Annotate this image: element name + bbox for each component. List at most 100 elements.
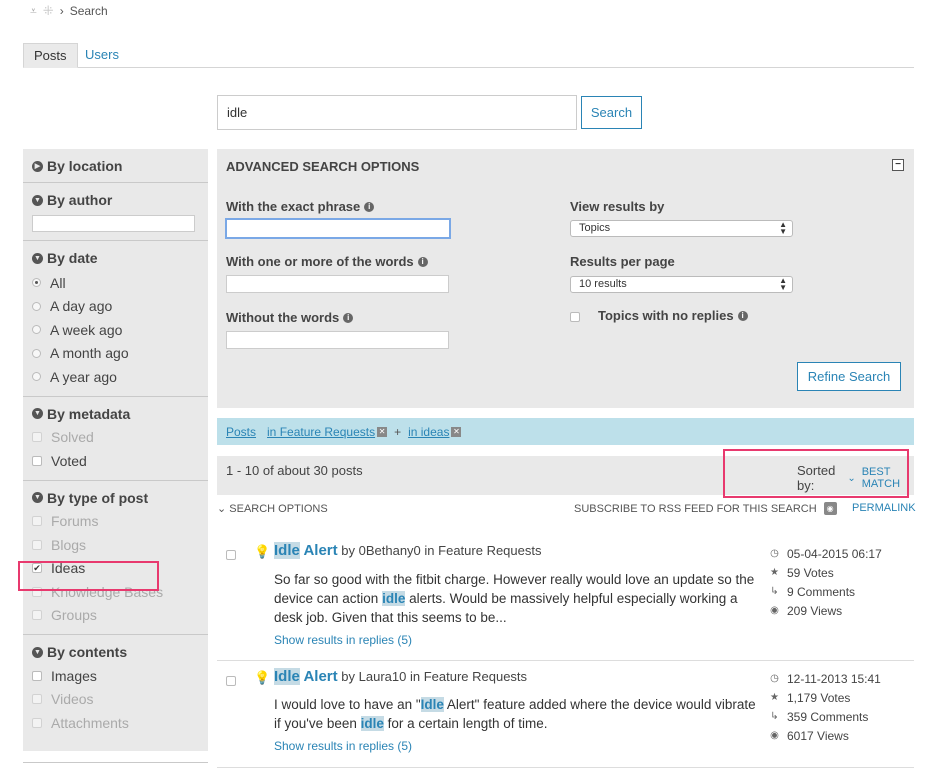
tab-posts[interactable]: Posts bbox=[23, 43, 78, 68]
exact-phrase-label: With the exact phrase i bbox=[226, 199, 375, 214]
metadata-option-voted[interactable]: Voted bbox=[32, 449, 198, 473]
search-button[interactable]: Search bbox=[581, 96, 642, 129]
info-icon[interactable]: i bbox=[417, 256, 428, 267]
chevron-down-icon: ⌄ bbox=[217, 503, 227, 515]
checkbox-disabled bbox=[32, 717, 42, 728]
filter-contents: ▼ By contents Images Videos Attachments bbox=[23, 635, 208, 742]
search-input[interactable] bbox=[217, 95, 577, 130]
breadcrumb: ⩡ ⁜ › Search bbox=[30, 3, 108, 19]
sidebar-bottom-divider bbox=[23, 762, 208, 763]
contents-option-images[interactable]: Images bbox=[32, 664, 198, 688]
date-option-month[interactable]: A month ago bbox=[32, 342, 198, 366]
result-board[interactable]: in Feature Requests bbox=[424, 543, 541, 558]
clock-icon: ◷ bbox=[770, 548, 779, 559]
filter-plus: + bbox=[394, 424, 402, 439]
filter-metadata: ▼ By metadata Solved Voted bbox=[23, 397, 208, 481]
clock-icon: ◷ bbox=[770, 673, 779, 684]
type-option-blogs: Blogs bbox=[32, 533, 198, 557]
show-replies-link[interactable]: Show results in replies (5) bbox=[274, 739, 412, 753]
radio-checked[interactable] bbox=[32, 278, 41, 288]
filter-author-title[interactable]: ▼ By author bbox=[32, 191, 198, 209]
per-page-label: Results per page bbox=[570, 254, 675, 269]
contents-option-attachments: Attachments bbox=[32, 711, 198, 735]
lightbulb-icon: 💡 bbox=[254, 670, 271, 685]
result-title-link[interactable]: Idle Alert bbox=[274, 542, 338, 559]
per-page-select[interactable]: 10 results ▲ ▼ bbox=[570, 276, 793, 293]
date-option-day[interactable]: A day ago bbox=[32, 295, 198, 319]
filter-type-title[interactable]: ▼ By type of post bbox=[32, 489, 198, 507]
remove-filter-icon[interactable]: ✕ bbox=[451, 426, 462, 437]
filter-contents-title[interactable]: ▼ By contents bbox=[32, 643, 198, 661]
view-by-label: View results by bbox=[570, 199, 665, 214]
info-icon[interactable]: i bbox=[737, 310, 748, 321]
chevron-down-icon: ▼ bbox=[32, 408, 43, 419]
result-author[interactable]: Laura10 bbox=[359, 669, 407, 684]
result-board[interactable]: in Feature Requests bbox=[410, 669, 527, 684]
radio[interactable] bbox=[32, 325, 41, 335]
filter-ideas-link[interactable]: in ideas bbox=[408, 425, 449, 439]
date-option-year[interactable]: A year ago bbox=[32, 365, 198, 389]
advanced-search-title: ADVANCED SEARCH OPTIONS bbox=[226, 159, 420, 174]
checkbox[interactable] bbox=[32, 670, 42, 681]
remove-filter-icon[interactable]: ✕ bbox=[377, 426, 388, 437]
result-snippet: I would love to have an "Idle Alert" fea… bbox=[274, 697, 756, 731]
one-or-more-label: With one or more of the words i bbox=[226, 254, 428, 269]
type-option-groups: Groups bbox=[32, 604, 198, 628]
without-words-input[interactable] bbox=[226, 331, 449, 349]
filter-metadata-title[interactable]: ▼ By metadata bbox=[32, 405, 198, 423]
author-input[interactable] bbox=[32, 215, 195, 232]
checkbox[interactable] bbox=[32, 455, 42, 466]
filter-location: ▶ By location bbox=[23, 149, 208, 183]
filter-date: ▼ By date All A day ago A week ago A mont… bbox=[23, 241, 208, 397]
filter-posts-link[interactable]: Posts bbox=[226, 425, 256, 439]
result-checkbox[interactable] bbox=[226, 676, 236, 686]
select-arrows-icon: ▲ ▼ bbox=[779, 276, 787, 292]
show-replies-link[interactable]: Show results in replies (5) bbox=[274, 633, 412, 647]
result-meta: ◷ 12-11-2013 15:41 ★ 1,179 Votes ↳ 359 Comm… bbox=[770, 671, 881, 743]
home-icon[interactable]: ⩡ bbox=[30, 4, 37, 19]
checkbox-disabled bbox=[32, 610, 42, 621]
info-icon[interactable]: i bbox=[364, 201, 375, 212]
search-options-toggle[interactable]: ⌄ SEARCH OPTIONS bbox=[217, 502, 328, 515]
breadcrumb-separator-icon: › bbox=[59, 4, 64, 18]
date-option-all[interactable]: All bbox=[32, 271, 198, 295]
filter-date-title[interactable]: ▼ By date bbox=[32, 249, 198, 267]
contents-option-videos: Videos bbox=[32, 688, 198, 712]
exact-phrase-input[interactable] bbox=[225, 218, 451, 239]
radio[interactable] bbox=[32, 348, 41, 358]
filter-location-title[interactable]: ▶ By location bbox=[32, 157, 198, 175]
eye-icon: ◉ bbox=[770, 730, 779, 741]
without-words-label: Without the words i bbox=[226, 310, 354, 325]
radio[interactable] bbox=[32, 301, 41, 311]
results-count: 1 - 10 of about 30 posts bbox=[226, 463, 363, 478]
result-author[interactable]: 0Bethany0 bbox=[359, 543, 421, 558]
reply-icon: ↳ bbox=[770, 711, 779, 722]
metadata-option-solved: Solved bbox=[32, 426, 198, 450]
one-or-more-input[interactable] bbox=[226, 275, 449, 293]
tab-users[interactable]: Users bbox=[75, 43, 129, 68]
result-checkbox[interactable] bbox=[226, 550, 236, 560]
rss-subscribe[interactable]: SUBSCRIBE TO RSS FEED FOR THIS SEARCH ◉ bbox=[574, 502, 837, 515]
view-by-select[interactable]: Topics ▲ ▼ bbox=[570, 220, 793, 237]
permalink-link[interactable]: PERMALINK bbox=[852, 502, 916, 514]
no-replies-checkbox[interactable] bbox=[570, 312, 580, 322]
filter-ideas-chip: in ideas ✕ bbox=[408, 425, 462, 439]
search-result: 💡 Idle Alert by 0Bethany0 in Feature Req… bbox=[217, 540, 914, 661]
radio[interactable] bbox=[32, 372, 41, 382]
community-icon[interactable]: ⁜ bbox=[43, 3, 54, 19]
active-filters-bar: Posts in Feature Requests ✕ + in ideas ✕ bbox=[217, 418, 914, 445]
result-meta: ◷ 05-04-2015 06:17 ★ 59 Votes ↳ 9 Comments … bbox=[770, 546, 882, 618]
date-option-week[interactable]: A week ago bbox=[32, 318, 198, 342]
chevron-right-icon: ▶ bbox=[32, 160, 43, 172]
sort-highlight-box bbox=[723, 449, 909, 498]
filter-feature-link[interactable]: in Feature Requests bbox=[267, 425, 375, 439]
rss-icon[interactable]: ◉ bbox=[823, 502, 837, 515]
search-options-row: ⌄ SEARCH OPTIONS SUBSCRIBE TO RSS FEED F… bbox=[217, 502, 926, 516]
collapse-icon[interactable]: − bbox=[892, 159, 904, 171]
info-icon[interactable]: i bbox=[343, 312, 354, 323]
result-title-link[interactable]: Idle Alert bbox=[274, 668, 338, 685]
chevron-down-icon: ▼ bbox=[32, 646, 43, 658]
result-title: Idle Alert by Laura10 in Feature Request… bbox=[274, 668, 528, 685]
checkbox-disabled bbox=[32, 539, 42, 550]
refine-search-button[interactable]: Refine Search bbox=[797, 362, 901, 391]
